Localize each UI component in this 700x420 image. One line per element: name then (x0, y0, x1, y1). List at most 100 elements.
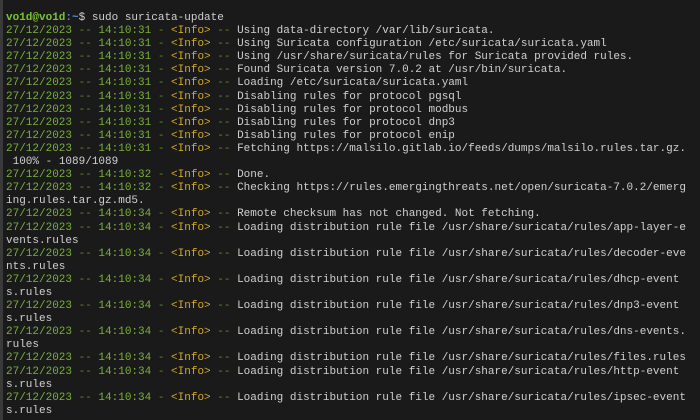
separator: -- (210, 326, 238, 339)
separator: - (151, 391, 172, 404)
separator: -- (72, 221, 99, 234)
separator: -- (210, 129, 238, 142)
log-date: 27/12/2023 (6, 391, 73, 404)
terminal-window[interactable]: vo1d@vo1d:~$ sudo suricata-update 27/12/2… (0, 0, 700, 420)
log-message: Loading /etc/suricata/suricata.yaml (237, 77, 469, 90)
log-date: 27/12/2023 (6, 129, 73, 142)
terminal-output: vo1d@vo1d:~$ sudo suricata-update 27/12/2… (0, 0, 693, 418)
log-line: 27/12/2023 -- 14:10:34 - <Info> -- Loadi… (6, 392, 693, 418)
separator: -- (210, 116, 238, 129)
separator: -- (210, 142, 238, 155)
log-time: 14:10:31 (98, 51, 152, 64)
separator: -- (72, 38, 99, 51)
log-level: <Info> (171, 142, 211, 155)
log-date: 27/12/2023 (6, 273, 73, 286)
separator: -- (210, 90, 238, 103)
separator: - (151, 103, 172, 116)
log-message: Disabling rules for protocol dnp3 (237, 116, 455, 129)
log-line: 27/12/2023 -- 14:10:32 - <Info> -- Done. (6, 169, 693, 182)
log-line: 27/12/2023 -- 14:10:31 - <Info> -- Using… (6, 25, 693, 38)
separator: - (151, 208, 172, 221)
log-line: 27/12/2023 -- 14:10:34 - <Info> -- Loadi… (6, 274, 693, 300)
log-level: <Info> (171, 25, 211, 38)
log-level: <Info> (171, 77, 211, 90)
separator: -- (210, 77, 238, 90)
separator: -- (210, 103, 238, 116)
log-message: Disabling rules for protocol enip (237, 129, 455, 142)
separator: - (151, 90, 172, 103)
log-line: 27/12/2023 -- 14:10:34 - <Info> -- Loadi… (6, 248, 693, 274)
separator: -- (210, 365, 238, 378)
separator: -- (72, 90, 99, 103)
log-time: 14:10:31 (98, 77, 152, 90)
log-level: <Info> (171, 247, 211, 260)
separator: -- (72, 247, 99, 260)
log-level: <Info> (171, 352, 211, 365)
log-level: <Info> (171, 273, 211, 286)
separator: -- (210, 25, 238, 38)
separator: -- (72, 103, 99, 116)
log-date: 27/12/2023 (6, 169, 73, 182)
separator: -- (210, 64, 238, 77)
log-time: 14:10:31 (98, 25, 152, 38)
log-time: 14:10:31 (98, 38, 152, 51)
log-time: 14:10:34 (98, 208, 152, 221)
log-time: 14:10:32 (98, 182, 152, 195)
log-time: 14:10:34 (98, 247, 152, 260)
separator: -- (72, 169, 99, 182)
separator: -- (210, 391, 238, 404)
log-time: 14:10:34 (98, 391, 152, 404)
separator: - (151, 116, 172, 129)
log-level: <Info> (171, 221, 211, 234)
log-line: 27/12/2023 -- 14:10:34 - <Info> -- Loadi… (6, 352, 693, 365)
log-message: Done. (237, 169, 271, 182)
log-date: 27/12/2023 (6, 77, 73, 90)
log-level: <Info> (171, 90, 211, 103)
log-level: <Info> (171, 169, 211, 182)
log-message: Disabling rules for protocol modbus (237, 103, 469, 116)
log-date: 27/12/2023 (6, 25, 73, 38)
separator: - (151, 247, 172, 260)
separator: - (151, 169, 172, 182)
log-line: 27/12/2023 -- 14:10:31 - <Info> -- Using… (6, 38, 693, 51)
separator: -- (72, 64, 99, 77)
log-line: 27/12/2023 -- 14:10:31 - <Info> -- Using… (6, 51, 693, 64)
separator: - (151, 38, 172, 51)
separator: -- (72, 326, 99, 339)
progress-text: 100% - 1089/1089 (6, 156, 119, 169)
log-message: Loading distribution rule file /usr/shar… (237, 352, 686, 365)
log-level: <Info> (171, 300, 211, 313)
log-line: 27/12/2023 -- 14:10:34 - <Info> -- Loadi… (6, 326, 693, 352)
log-message: Using /usr/share/suricata/rules for Suri… (237, 51, 634, 64)
log-time: 14:10:31 (98, 90, 152, 103)
log-level: <Info> (171, 51, 211, 64)
separator: - (151, 365, 172, 378)
log-time: 14:10:34 (98, 326, 152, 339)
log-date: 27/12/2023 (6, 182, 73, 195)
log-level: <Info> (171, 391, 211, 404)
separator: -- (72, 129, 99, 142)
log-line: 27/12/2023 -- 14:10:31 - <Info> -- Disab… (6, 91, 693, 104)
separator: - (151, 352, 172, 365)
separator: - (151, 129, 172, 142)
separator: -- (210, 169, 238, 182)
separator: -- (72, 77, 99, 90)
log-time: 14:10:31 (98, 116, 152, 129)
log-line: 27/12/2023 -- 14:10:31 - <Info> -- Found… (6, 64, 693, 77)
log-line: 27/12/2023 -- 14:10:31 - <Info> -- Loadi… (6, 77, 693, 90)
log-message: Fetching https://malsilo.gitlab.io/feeds… (237, 142, 686, 155)
log-line: 27/12/2023 -- 14:10:31 - <Info> -- Disab… (6, 117, 693, 130)
log-time: 14:10:31 (98, 103, 152, 116)
separator: -- (210, 352, 238, 365)
separator: -- (210, 182, 238, 195)
log-line: 27/12/2023 -- 14:10:31 - <Info> -- Fetch… (6, 143, 693, 156)
log-date: 27/12/2023 (6, 142, 73, 155)
separator: - (151, 64, 172, 77)
separator: - (151, 326, 172, 339)
log-level: <Info> (171, 116, 211, 129)
separator: -- (72, 391, 99, 404)
window-edge (0, 0, 3, 420)
log-message: Found Suricata version 7.0.2 at /usr/bin… (237, 64, 568, 77)
log-date: 27/12/2023 (6, 90, 73, 103)
log-level: <Info> (171, 129, 211, 142)
